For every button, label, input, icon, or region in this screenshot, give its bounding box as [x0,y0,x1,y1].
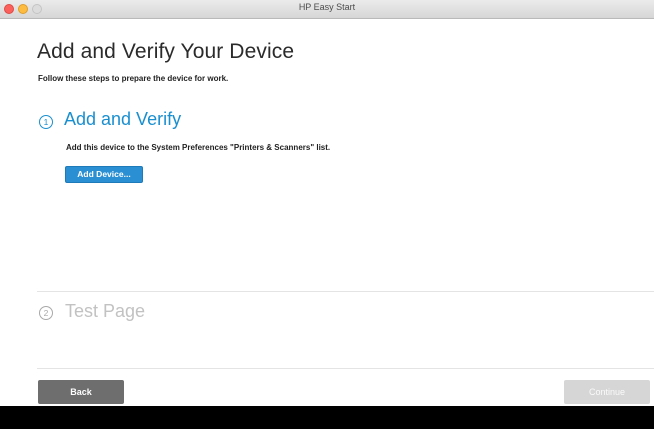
page-title: Add and Verify Your Device [37,40,295,63]
title-bar[interactable]: HP Easy Start [0,0,654,19]
footer-divider [37,368,654,369]
step-divider [37,291,654,292]
page-subtitle: Follow these steps to prepare the device… [38,74,229,83]
back-button[interactable]: Back [38,380,124,404]
step-1-description: Add this device to the System Preference… [66,143,331,152]
continue-button[interactable]: Continue [564,380,650,404]
window-title: HP Easy Start [298,2,356,12]
step-1-title: Add and Verify [64,109,182,129]
step-2-number-icon: 2 [39,306,53,320]
add-device-button[interactable]: Add Device... [65,166,143,183]
step-2-title: Test Page [65,301,146,321]
step-1-number-icon: 1 [39,115,53,129]
app-window: HP Easy Start Add and Verify Your Device… [0,0,654,406]
